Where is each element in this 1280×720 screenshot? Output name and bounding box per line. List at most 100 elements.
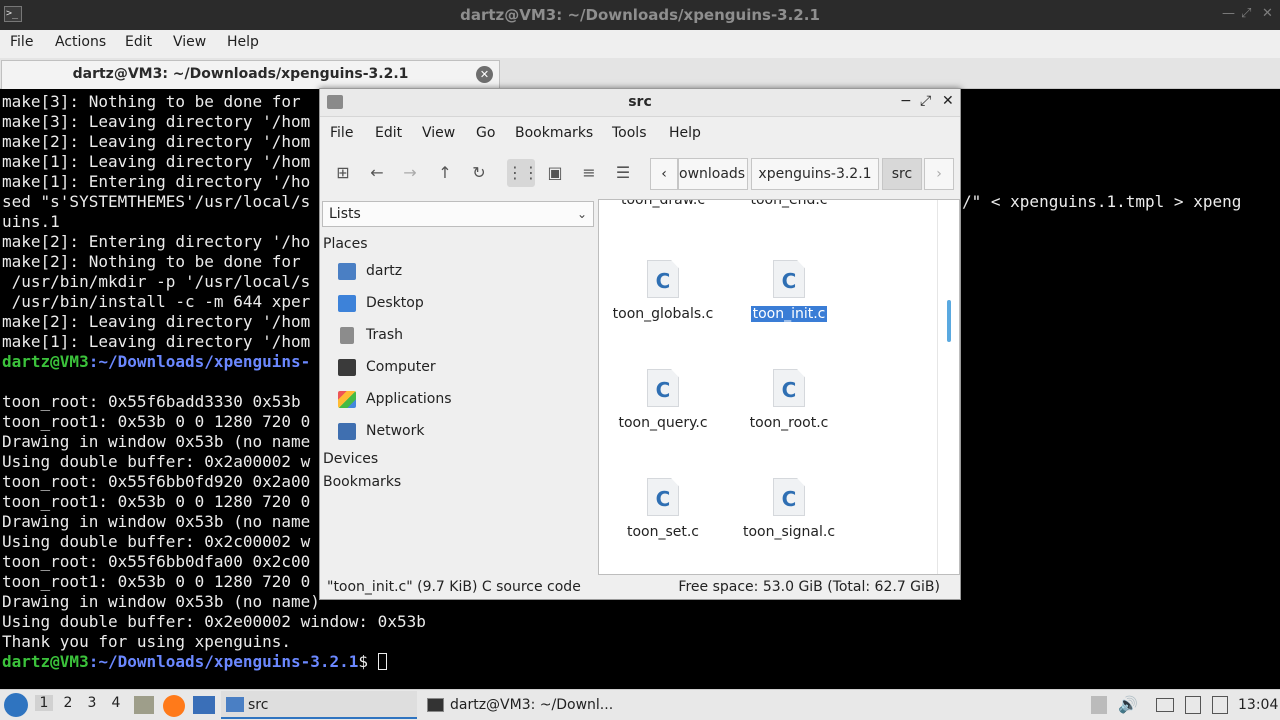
place-desktop[interactable]: Desktop (336, 292, 586, 316)
display-icon[interactable] (1156, 698, 1174, 712)
terminal-line: /usr/bin/install -c -m 644 xper (2, 292, 311, 311)
breadcrumb-downloads[interactable]: ownloads (678, 158, 748, 190)
place-trash[interactable]: Trash (336, 324, 586, 348)
workspace-1[interactable]: 1 (35, 695, 53, 711)
thumbnail-view-icon[interactable]: ▣ (541, 159, 569, 187)
file-item[interactable]: C toon_root.c (729, 369, 849, 431)
place-computer[interactable]: Computer (336, 356, 586, 380)
clipboard-icon[interactable] (1185, 696, 1201, 714)
file-name: toon_root.c (749, 415, 829, 431)
file-item[interactable]: C toon_query.c (603, 369, 723, 431)
file-icon-view[interactable]: toon_draw.c toon_end.c C toon_globals.c … (598, 199, 960, 575)
forward-icon[interactable]: → (396, 159, 424, 187)
terminal-line: make[1]: Leaving directory '/hom (2, 152, 311, 171)
terminal-tab[interactable]: dartz@VM3: ~/Downloads/xpenguins-3.2.1 ✕ (1, 60, 500, 89)
breadcrumb-xpenguins[interactable]: xpenguins-3.2.1 (751, 158, 879, 190)
workspace-2[interactable]: 2 (59, 695, 77, 711)
desktop-launcher-icon[interactable] (193, 696, 215, 714)
workspace-4[interactable]: 4 (107, 695, 125, 711)
file-item[interactable]: toon_end.c (729, 200, 849, 208)
terminal-line: make[3]: Leaving directory '/hom (2, 112, 311, 131)
reload-icon[interactable]: ↻ (465, 159, 493, 187)
compact-view-icon[interactable]: ≡ (575, 159, 603, 187)
status-free-space: Free space: 53.0 GiB (Total: 62.7 GiB) (678, 579, 940, 595)
file-item[interactable]: C toon_globals.c (603, 260, 723, 322)
c-source-file-icon: C (773, 478, 805, 516)
scrollbar-track[interactable] (937, 200, 959, 574)
sidebar-mode-select[interactable]: Lists ⌄ (322, 201, 594, 227)
back-icon[interactable]: ← (363, 159, 391, 187)
task-file-manager[interactable]: src (221, 691, 417, 719)
icon-view-icon[interactable]: ⋮⋮ (507, 159, 539, 187)
c-source-file-icon: C (647, 260, 679, 298)
c-source-file-icon: C (647, 478, 679, 516)
terminal-line: toon_root1: 0x53b 0 0 1280 720 0 (2, 492, 311, 511)
fm-menu-help[interactable]: Help (669, 125, 701, 141)
file-item[interactable]: C toon_set.c (603, 478, 723, 540)
file-manager-launcher-icon[interactable] (134, 696, 154, 714)
task-label: src (248, 697, 269, 713)
menu-view[interactable]: View (173, 34, 206, 50)
up-icon[interactable]: ↑ (431, 159, 459, 187)
terminal-tabbar: dartz@VM3: ~/Downloads/xpenguins-3.2.1 ✕ (0, 58, 1280, 89)
breadcrumb-src[interactable]: src (882, 158, 922, 190)
minimize-icon[interactable]: — (1222, 6, 1235, 21)
fm-menu-bookmarks[interactable]: Bookmarks (515, 125, 593, 141)
terminal-line-tail: /" < xpenguins.1.tmpl > xpeng (962, 192, 1242, 211)
terminal-line: Using double buffer: 0x2c00002 w (2, 532, 311, 551)
menu-actions[interactable]: Actions (55, 34, 106, 50)
tray-up-icon[interactable] (1091, 696, 1107, 714)
volume-icon[interactable]: 🔊 (1118, 695, 1138, 714)
start-menu-icon[interactable] (4, 693, 28, 717)
fm-menubar: File Edit View Go Bookmarks Tools Help (320, 118, 960, 148)
close-icon[interactable]: ✕ (942, 93, 954, 109)
workspace-3[interactable]: 3 (83, 695, 101, 711)
fm-menu-tools[interactable]: Tools (612, 125, 647, 141)
terminal-cursor (377, 653, 387, 670)
terminal-titlebar[interactable]: >_ dartz@VM3: ~/Downloads/xpenguins-3.2.… (0, 0, 1280, 30)
fm-menu-edit[interactable]: Edit (375, 125, 402, 141)
place-label: Desktop (366, 295, 424, 311)
place-home[interactable]: dartz (336, 260, 586, 284)
close-icon[interactable]: ✕ (1262, 6, 1273, 21)
notes-icon[interactable] (1212, 696, 1228, 714)
maximize-icon[interactable]: ⤢ (1241, 6, 1251, 21)
fm-menu-go[interactable]: Go (476, 125, 495, 141)
place-network[interactable]: Network (336, 420, 586, 444)
terminal-prompt-line[interactable]: dartz@VM3:~/Downloads/xpenguins-3.2.1$ (2, 652, 387, 672)
menu-edit[interactable]: Edit (125, 34, 152, 50)
file-item[interactable]: toon_draw.c (603, 200, 723, 208)
menu-help[interactable]: Help (227, 34, 259, 50)
terminal-line: make[2]: Leaving directory '/hom (2, 312, 311, 331)
terminal-line: toon_root: 0x55f6badd3330 0x53b (2, 392, 301, 411)
fm-menu-file[interactable]: File (330, 125, 353, 141)
terminal-line: Thank you for using xpenguins. (2, 632, 291, 651)
firefox-launcher-icon[interactable] (163, 695, 185, 717)
file-name: toon_query.c (618, 415, 708, 431)
bookmarks-header[interactable]: Bookmarks (323, 474, 401, 490)
status-selection: "toon_init.c" (9.7 KiB) C source code (327, 579, 581, 595)
file-item-selected[interactable]: C toon_init.c (729, 260, 849, 323)
minimize-icon[interactable]: − (900, 93, 912, 109)
scrollbar-thumb[interactable] (947, 300, 951, 342)
place-applications[interactable]: Applications (336, 388, 586, 412)
clock[interactable]: 13:04 (1238, 697, 1278, 713)
place-label: Network (366, 423, 425, 439)
detailed-list-icon[interactable]: ☰ (609, 159, 637, 187)
fm-titlebar[interactable]: src − ⤢ ✕ (320, 89, 960, 117)
terminal-line: Using double buffer: 0x2e00002 window: 0… (2, 612, 426, 631)
maximize-icon[interactable]: ⤢ (920, 93, 931, 109)
place-label: Trash (366, 327, 403, 343)
breadcrumb-scroll-right-icon[interactable]: › (924, 158, 954, 190)
prompt-symbol: $ (358, 652, 378, 671)
applications-icon (338, 391, 356, 408)
devices-header[interactable]: Devices (323, 451, 378, 467)
tab-close-icon[interactable]: ✕ (476, 66, 493, 83)
new-tab-icon[interactable]: ⊞ (329, 159, 357, 187)
fm-title: src (628, 94, 652, 110)
task-terminal[interactable]: dartz@VM3: ~/Downl... (423, 691, 619, 719)
fm-menu-view[interactable]: View (422, 125, 455, 141)
menu-file[interactable]: File (10, 34, 33, 50)
breadcrumb-scroll-left-icon[interactable]: ‹ (650, 158, 678, 190)
file-item[interactable]: C toon_signal.c (729, 478, 849, 540)
